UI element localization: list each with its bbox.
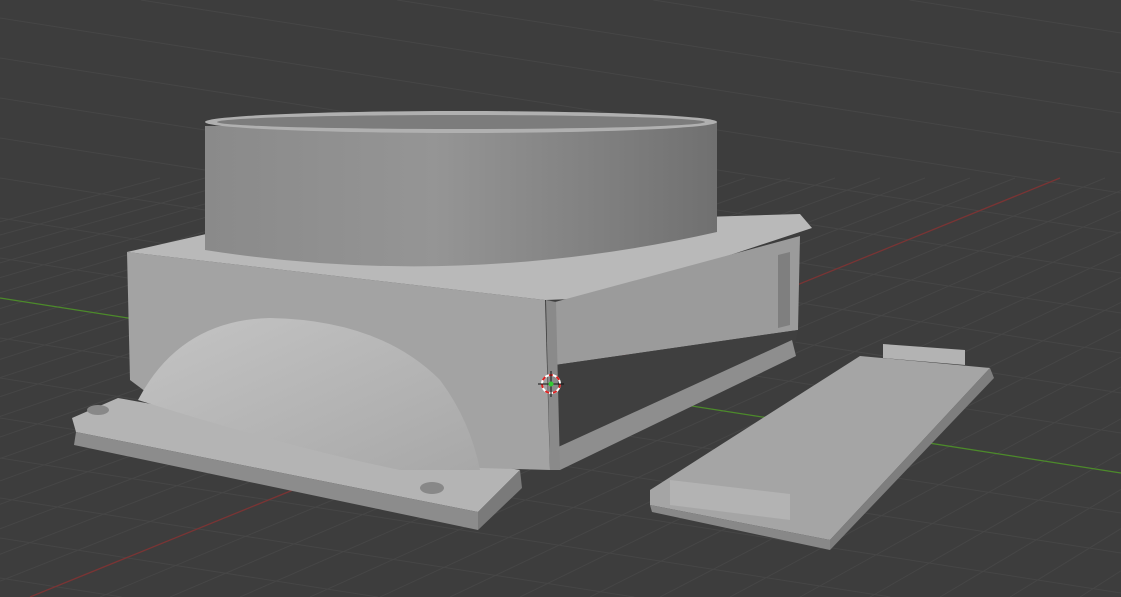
grid-line (0, 577, 122, 597)
viewport-canvas[interactable] (0, 0, 1121, 597)
screw-hole (420, 482, 444, 494)
grid-line (0, 537, 379, 597)
grid-line (1009, 528, 1121, 597)
grid-line (0, 497, 635, 597)
grid-line (0, 177, 161, 223)
screw-hole (87, 405, 109, 415)
grid-line (869, 452, 1121, 597)
cylinder-duct[interactable] (205, 111, 717, 267)
housing-side-slot (778, 252, 790, 328)
grid-line (653, 0, 1121, 74)
3d-viewport[interactable] (0, 0, 1121, 597)
grid-line (1079, 570, 1121, 597)
grid-line (909, 0, 1121, 34)
grid-line (939, 488, 1121, 597)
